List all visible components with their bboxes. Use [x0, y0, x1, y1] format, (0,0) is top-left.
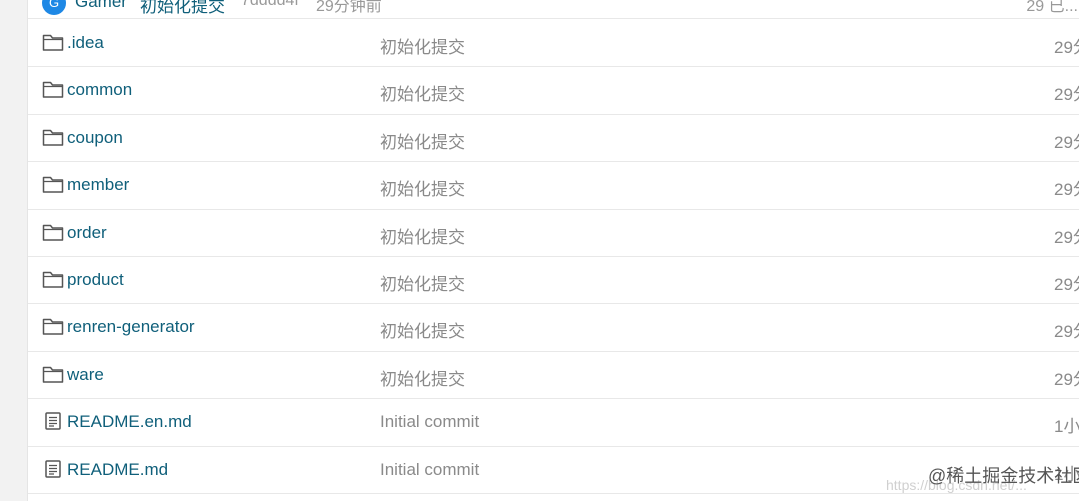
folder-icon [42, 222, 64, 242]
file-text-icon [42, 459, 64, 479]
file-commit-time: 29分 [1054, 227, 1079, 247]
file-commit-message-link[interactable]: 初始化提交 [380, 175, 465, 200]
file-name-link[interactable]: README.md [67, 460, 168, 480]
file-name-link[interactable]: common [67, 80, 132, 100]
file-row[interactable]: order 初始化提交 29分 [28, 210, 1079, 257]
file-commit-message-link[interactable]: Initial commit [380, 460, 479, 480]
file-commit-message-link[interactable]: 初始化提交 [380, 80, 465, 105]
file-row[interactable]: coupon 初始化提交 29分 [28, 115, 1079, 163]
file-commit-message-link[interactable]: 初始化提交 [380, 365, 465, 390]
file-name-link[interactable]: .idea [67, 33, 104, 53]
avatar[interactable]: G [42, 0, 66, 15]
file-commit-message-link[interactable]: Initial commit [380, 412, 479, 432]
file-row[interactable]: .idea 初始化提交 29分 [28, 20, 1079, 68]
file-commit-time: 29分 [1054, 132, 1079, 152]
file-name-link[interactable]: product [67, 270, 124, 290]
folder-icon [42, 364, 64, 384]
folder-icon [42, 79, 64, 99]
folder-icon [42, 316, 64, 336]
file-name-link[interactable]: member [67, 175, 129, 195]
folder-icon [42, 127, 64, 147]
file-list: .idea 初始化提交 29分 common 初始化提交 29分 coupon 初始化提交 29… [28, 20, 1079, 494]
file-commit-message-link[interactable]: 初始化提交 [380, 223, 465, 248]
file-row[interactable]: member 初始化提交 29分 [28, 162, 1079, 210]
watermark: @稀土掘金技术社区 [928, 466, 1079, 486]
commit-count[interactable]: 29 已... [1026, 0, 1078, 16]
file-commit-time: 29分 [1054, 180, 1079, 200]
folder-icon [42, 32, 64, 52]
file-commit-time: 29分 [1054, 322, 1079, 342]
file-commit-message-link[interactable]: 初始化提交 [380, 128, 465, 153]
file-browser-panel: G Gamer 初始化提交 7dddd4f 29分钟前 29 已... .ide… [27, 0, 1079, 501]
file-commit-time: 29分 [1054, 369, 1079, 389]
file-row[interactable]: ware 初始化提交 29分 [28, 352, 1079, 400]
file-commit-message-link[interactable]: 初始化提交 [380, 317, 465, 342]
file-name-link[interactable]: renren-generator [67, 317, 195, 337]
file-name-link[interactable]: order [67, 223, 107, 243]
commit-hash-link[interactable]: 7dddd4f [241, 0, 299, 10]
latest-commit-bar: G Gamer 初始化提交 7dddd4f 29分钟前 29 已... [28, 0, 1079, 19]
file-row[interactable]: common 初始化提交 29分 [28, 67, 1079, 115]
file-commit-message-link[interactable]: 初始化提交 [380, 33, 465, 58]
commit-message-link[interactable]: 初始化提交 [140, 0, 225, 17]
file-name-link[interactable]: coupon [67, 128, 123, 148]
file-commit-time: 29分 [1054, 85, 1079, 105]
file-commit-time: 29分 [1054, 274, 1079, 294]
folder-icon [42, 174, 64, 194]
file-commit-time: 29分 [1054, 38, 1079, 57]
file-row[interactable]: product 初始化提交 29分 [28, 257, 1079, 305]
folder-icon [42, 269, 64, 289]
file-row[interactable]: README.en.md Initial commit 1小 [28, 399, 1079, 447]
commit-author-link[interactable]: Gamer [75, 0, 127, 12]
file-commit-message-link[interactable]: 初始化提交 [380, 270, 465, 295]
commit-time: 29分钟前 [316, 0, 382, 15]
file-text-icon [42, 411, 64, 431]
file-commit-time: 1小 [1054, 417, 1079, 437]
file-name-link[interactable]: README.en.md [67, 412, 192, 432]
file-row[interactable]: renren-generator 初始化提交 29分 [28, 304, 1079, 352]
file-name-link[interactable]: ware [67, 365, 104, 385]
